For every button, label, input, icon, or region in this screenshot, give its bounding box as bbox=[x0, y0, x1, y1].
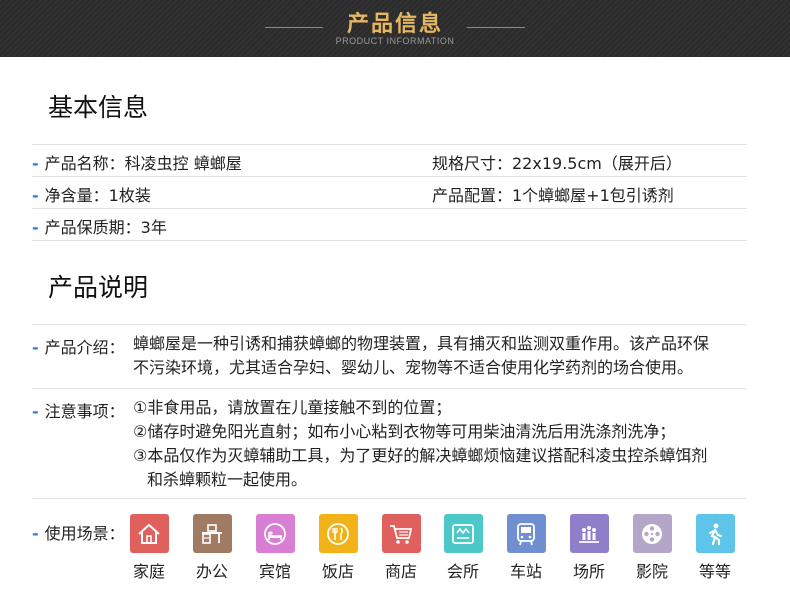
intro-line: 不污染环境，尤其适合孕妇、婴幼儿、宠物等不适合使用化学药剂的场合使用。 bbox=[133, 358, 694, 377]
hotel-bed-icon bbox=[255, 514, 295, 553]
scene-label: 影院 bbox=[635, 562, 668, 581]
shelf-life-text: 产品保质期：3年 bbox=[44, 218, 167, 237]
banner-title: 产品信息 bbox=[346, 12, 443, 37]
scene-label: 饭店 bbox=[321, 562, 354, 581]
divider bbox=[32, 144, 747, 145]
notes-label: - 注意事项： bbox=[32, 398, 125, 422]
config-text: 产品配置：1个蟑螂屋+1包引诱剂 bbox=[432, 186, 674, 205]
spec-row-config: 产品配置：1个蟑螂屋+1包引诱剂 bbox=[432, 182, 674, 206]
divider bbox=[32, 240, 747, 241]
notes-label-text: 注意事项： bbox=[44, 402, 125, 421]
bullet-dash: - bbox=[32, 186, 39, 205]
scene-office: 办公 bbox=[192, 514, 232, 582]
scene-label: 宾馆 bbox=[258, 562, 291, 581]
header-banner: 产品信息 PRODUCT INFORMATION bbox=[0, 0, 790, 57]
walking-person-icon bbox=[695, 514, 735, 553]
basic-info-title: 基本信息 bbox=[48, 93, 149, 122]
venue-icon bbox=[569, 514, 609, 553]
scene-label: 办公 bbox=[195, 562, 228, 581]
scene-restaurant: 饭店 bbox=[318, 514, 358, 582]
scene-label: 等等 bbox=[698, 562, 731, 581]
bullet-dash: - bbox=[32, 402, 39, 421]
scene-label: 场所 bbox=[572, 562, 605, 581]
scene-label: 商店 bbox=[384, 562, 417, 581]
note-line: 和杀蟑颗粒一起使用。 bbox=[147, 470, 308, 489]
size-text: 规格尺寸：22x19.5cm（展开后） bbox=[432, 154, 682, 173]
scene-venue: 场所 bbox=[569, 514, 609, 582]
scenes-label: - 使用场景： bbox=[32, 520, 125, 544]
spec-row-shelf-life: - 产品保质期：3年 bbox=[32, 214, 167, 238]
intro-label: - 产品介绍： bbox=[32, 334, 125, 358]
office-desk-icon bbox=[192, 514, 232, 553]
divider bbox=[32, 498, 747, 499]
scene-label: 会所 bbox=[446, 562, 479, 581]
note-line: ③本品仅作为灭蟑辅助工具，为了更好的解决蟑螂烦恼建议搭配科凌虫控杀蟑饵剂 bbox=[133, 446, 708, 465]
scenes-label-text: 使用场景： bbox=[44, 524, 125, 543]
scene-hotel: 宾馆 bbox=[255, 514, 295, 582]
spec-row-name: - 产品名称：科凌虫控 蟑螂屋 bbox=[32, 150, 242, 174]
note-line: ②储存时避免阳光直射；如布小心粘到衣物等可用柴油清洗后用洗涤剂洗净； bbox=[133, 422, 676, 441]
scene-etc: 等等 bbox=[695, 514, 735, 582]
scene-club: 会所 bbox=[443, 514, 483, 582]
intro-text: 蟑螂屋是一种引诱和捕获蟑螂的物理装置，具有捕灭和监测双重作用。该产品环保 不污染… bbox=[133, 332, 709, 380]
intro-line: 蟑螂屋是一种引诱和捕获蟑螂的物理装置，具有捕灭和监测双重作用。该产品环保 bbox=[133, 334, 710, 353]
bullet-dash: - bbox=[32, 524, 39, 543]
scene-home: 家庭 bbox=[129, 514, 169, 582]
scene-label: 家庭 bbox=[132, 562, 165, 581]
net-content-text: 净含量：1枚装 bbox=[44, 186, 151, 205]
divider bbox=[32, 176, 747, 177]
bullet-dash: - bbox=[32, 338, 39, 357]
bullet-dash: - bbox=[32, 218, 39, 237]
product-name-text: 产品名称：科凌虫控 蟑螂屋 bbox=[44, 154, 242, 173]
note-line: ①非食用品，请放置在儿童接触不到的位置； bbox=[133, 398, 452, 417]
scene-label: 车站 bbox=[509, 562, 542, 581]
scene-shop: 商店 bbox=[381, 514, 421, 582]
divider bbox=[32, 208, 747, 209]
house-icon bbox=[129, 514, 169, 553]
bus-icon bbox=[506, 514, 546, 553]
shopping-cart-icon bbox=[381, 514, 421, 553]
spec-row-size: 规格尺寸：22x19.5cm（展开后） bbox=[432, 150, 682, 174]
banner-divider-right bbox=[467, 27, 525, 28]
divider bbox=[32, 388, 747, 389]
bullet-dash: - bbox=[32, 154, 39, 173]
scene-station: 车站 bbox=[506, 514, 546, 582]
restaurant-icon bbox=[318, 514, 358, 553]
divider bbox=[32, 324, 747, 325]
banner-subtitle: PRODUCT INFORMATION bbox=[335, 36, 455, 46]
spec-row-content: - 净含量：1枚装 bbox=[32, 182, 151, 206]
film-reel-icon bbox=[632, 514, 672, 553]
intro-label-text: 产品介绍： bbox=[44, 338, 125, 357]
description-title: 产品说明 bbox=[48, 273, 149, 302]
notes-text: ①非食用品，请放置在儿童接触不到的位置； ②储存时避免阳光直射；如布小心粘到衣物… bbox=[133, 396, 707, 492]
club-icon bbox=[443, 514, 483, 553]
scene-cinema: 影院 bbox=[632, 514, 672, 582]
